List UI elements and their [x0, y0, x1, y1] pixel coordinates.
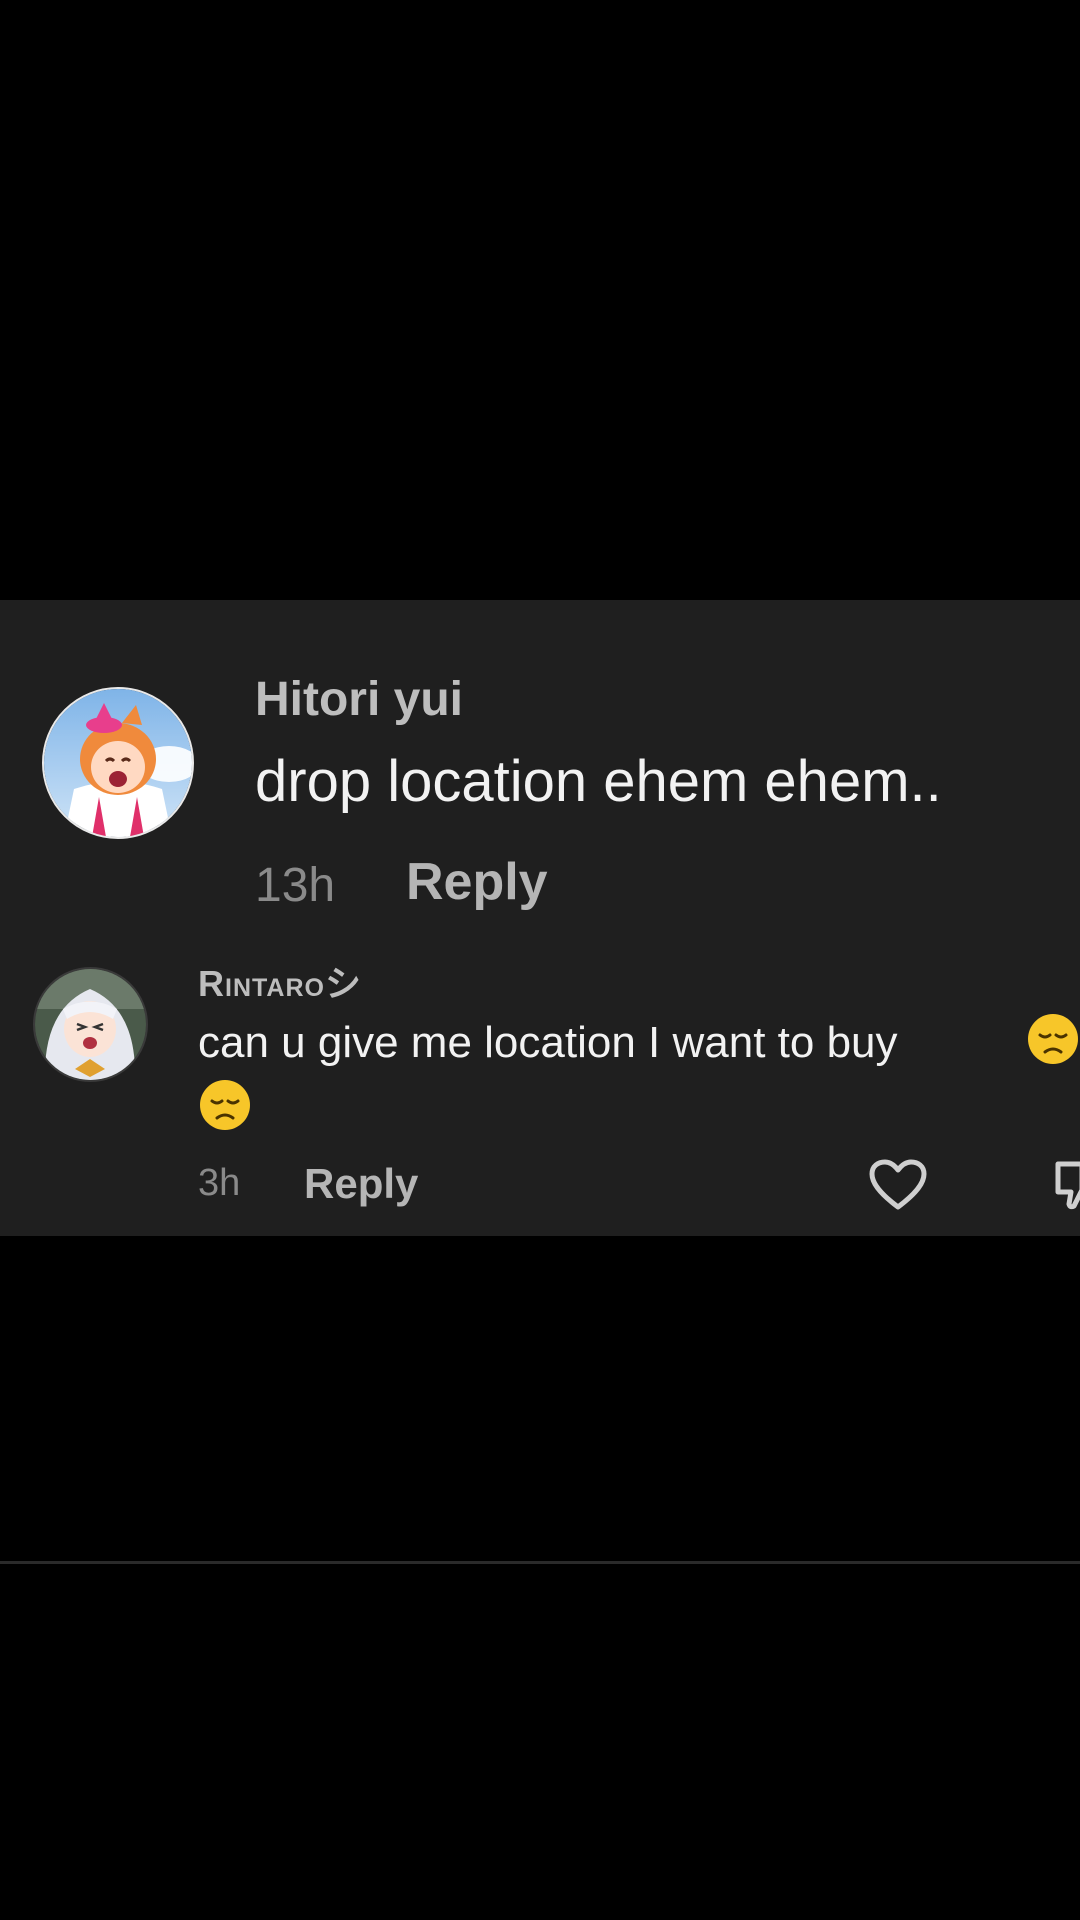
disappointed-face-emoji	[1026, 1012, 1080, 1066]
heart-icon	[869, 1159, 927, 1210]
like-button[interactable]	[868, 1158, 928, 1212]
comment-text: can u give me location I want to buy	[198, 1018, 898, 1067]
avatar[interactable]	[33, 967, 148, 1082]
comment-username[interactable]: Rintaroシ	[198, 955, 362, 1007]
comment-timestamp: 13h	[255, 859, 336, 912]
avatar-image	[44, 689, 192, 837]
disappointed-face-emoji	[198, 1078, 252, 1132]
thumbs-down-icon	[1055, 1161, 1080, 1210]
avatar-image	[35, 969, 146, 1080]
comment-username[interactable]: Hitori yui	[255, 672, 463, 727]
comment-text: drop location ehem ehem..	[255, 749, 942, 814]
comments-panel: Hitori yui drop location ehem ehem.. 13h…	[0, 600, 1080, 1236]
dislike-button[interactable]	[1052, 1160, 1080, 1212]
reply-button[interactable]: Reply	[304, 1160, 418, 1208]
comment-timestamp: 3h	[198, 1162, 241, 1204]
reply-button[interactable]: Reply	[406, 852, 548, 912]
avatar[interactable]	[42, 687, 194, 839]
divider	[0, 1561, 1080, 1564]
